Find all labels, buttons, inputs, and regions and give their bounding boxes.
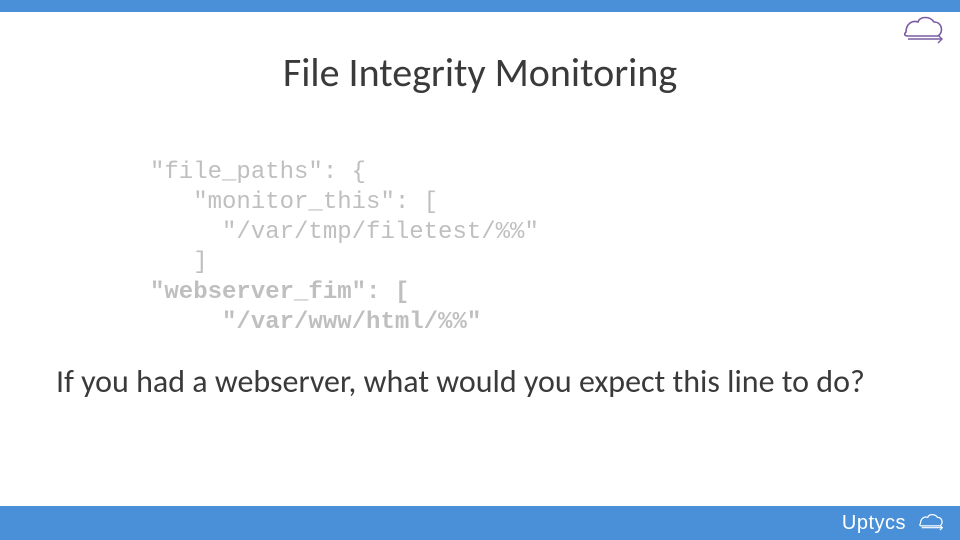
brand-cloud-icon (892, 10, 948, 51)
code-line-3: "/var/tmp/filetest/%%" (150, 219, 539, 246)
code-block: "file_paths": { "monitor_this": [ "/var/… (150, 128, 539, 338)
code-line-2: "monitor_this": [ (150, 189, 438, 216)
brand-cloud-icon-footer (912, 510, 946, 537)
code-line-4: ] (150, 249, 208, 276)
code-line-5: "webserver_fim": [ (150, 279, 409, 306)
footer-bar: Uptycs (0, 506, 960, 540)
top-accent-bar (0, 0, 960, 12)
brand-name: Uptycs (842, 512, 906, 535)
question-text: If you had a webserver, what would you e… (56, 364, 904, 401)
slide-title: File Integrity Monitoring (0, 48, 960, 97)
code-line-6: "/var/www/html/%%" (150, 309, 481, 336)
code-line-1: "file_paths": { (150, 159, 366, 186)
